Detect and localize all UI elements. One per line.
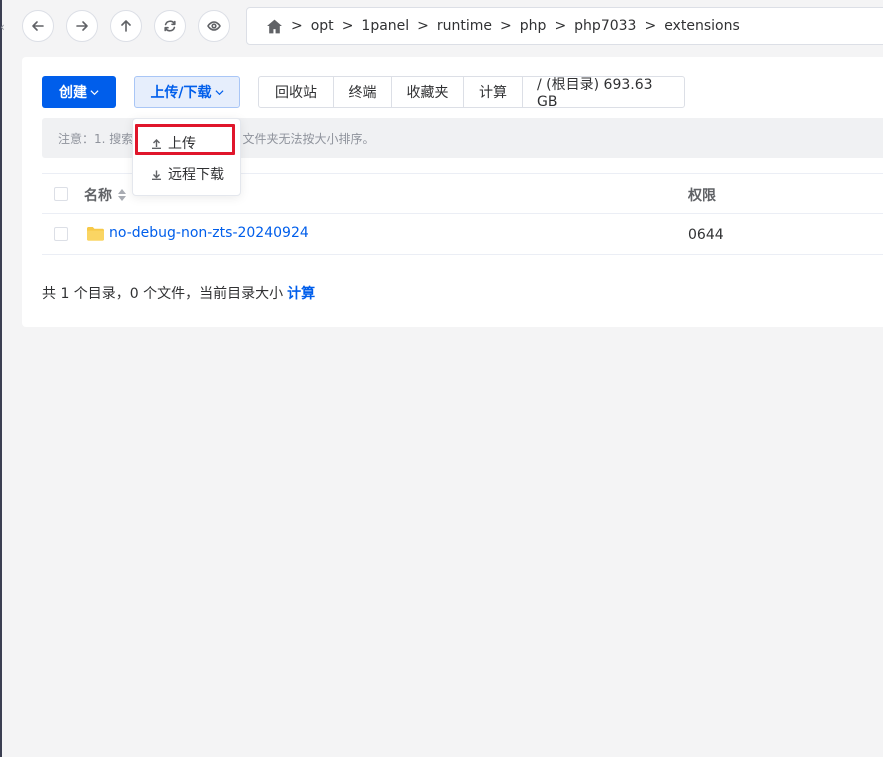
remote-download-menu-item[interactable]: 远程下载 — [133, 160, 240, 188]
file-name-text: no-debug-non-zts-20240924 — [109, 225, 309, 241]
upload-download-label: 上传/下载 — [150, 85, 212, 101]
up-button[interactable] — [110, 10, 142, 42]
remote-download-menu-item-label: 远程下载 — [168, 167, 224, 183]
eye-icon — [207, 21, 221, 31]
back-button[interactable] — [22, 10, 54, 42]
home-icon[interactable] — [265, 17, 283, 35]
breadcrumb-separator: > — [291, 18, 303, 34]
breadcrumb-item-opt[interactable]: opt — [311, 18, 334, 34]
upload-download-button[interactable]: 上传/下载 — [134, 76, 240, 108]
chevron-down-icon — [90, 89, 99, 95]
notice-text-part1: 注意：1. 搜索 — [58, 131, 134, 146]
download-icon — [152, 170, 161, 180]
upload-download-dropdown: 上传 远程下载 — [132, 118, 241, 196]
upload-menu-item-label: 上传 — [168, 136, 196, 152]
column-header-name-label: 名称 — [84, 188, 112, 204]
breadcrumb-item-runtime[interactable]: runtime — [437, 18, 492, 34]
select-all-checkbox[interactable] — [54, 187, 68, 201]
column-header-name[interactable]: 名称 — [84, 185, 126, 205]
row-checkbox[interactable] — [54, 227, 68, 241]
arrow-up-icon — [121, 20, 131, 32]
breadcrumb-separator: > — [500, 18, 512, 34]
breadcrumb-separator: > — [644, 18, 657, 34]
breadcrumb-separator: > — [554, 18, 567, 34]
create-button-label: 创建 — [59, 85, 87, 101]
arrow-right-icon — [76, 21, 88, 31]
create-button[interactable]: 创建 — [42, 76, 116, 108]
directory-summary-text: 共 1 个目录，0 个文件，当前目录大小 — [42, 286, 284, 302]
breadcrumb: > opt > 1panel > runtime > php > php7033… — [246, 7, 883, 45]
refresh-button[interactable] — [154, 10, 186, 42]
calculate-size-link[interactable]: 计算 — [287, 283, 315, 303]
upload-menu-item[interactable]: 上传 — [133, 129, 240, 157]
file-name-link[interactable]: no-debug-non-zts-20240924 — [86, 225, 309, 241]
sort-icon[interactable] — [118, 189, 126, 201]
arrow-left-icon — [32, 21, 44, 31]
collapse-edge-icon[interactable]: ‹ — [0, 19, 8, 35]
refresh-icon — [164, 20, 176, 32]
favorites-button[interactable]: 收藏夹 — [392, 77, 464, 107]
breadcrumb-item-1panel[interactable]: 1panel — [361, 18, 409, 34]
file-permission: 0644 — [688, 227, 724, 243]
table-row: no-debug-non-zts-20240924 0644 — [42, 214, 883, 255]
terminal-button[interactable]: 终端 — [334, 77, 392, 107]
folder-icon — [87, 226, 104, 241]
window-left-edge — [0, 0, 2, 757]
breadcrumb-item-php7033[interactable]: php7033 — [574, 18, 636, 34]
root-dir-size-button[interactable]: / (根目录) 693.63 GB — [523, 77, 684, 107]
notice-text-part2: 2. 文件夹无法按大小排序。 — [227, 131, 375, 146]
action-button-group: 回收站 终端 收藏夹 计算 / (根目录) 693.63 GB — [258, 76, 685, 108]
calculate-button[interactable]: 计算 — [464, 77, 523, 107]
breadcrumb-separator: > — [417, 18, 429, 34]
breadcrumb-item-php[interactable]: php — [520, 18, 547, 34]
recycle-bin-button[interactable]: 回收站 — [259, 77, 334, 107]
upload-icon — [152, 138, 161, 149]
chevron-down-icon — [215, 89, 224, 95]
forward-button[interactable] — [66, 10, 98, 42]
directory-summary: 共 1 个目录，0 个文件，当前目录大小 计算 — [42, 283, 315, 303]
breadcrumb-item-extensions[interactable]: extensions — [664, 18, 740, 34]
breadcrumb-separator: > — [341, 18, 354, 34]
view-button[interactable] — [198, 10, 230, 42]
column-header-permission: 权限 — [688, 188, 716, 204]
